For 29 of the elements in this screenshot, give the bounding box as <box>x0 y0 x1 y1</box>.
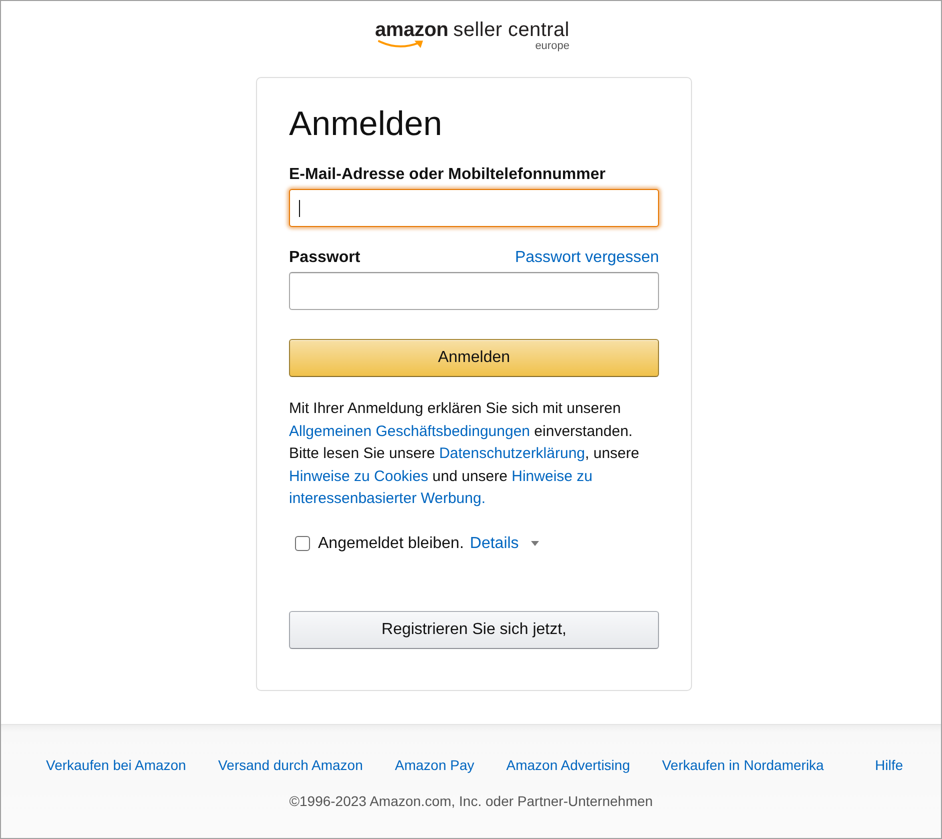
footer-link[interactable]: Versand durch Amazon <box>218 757 363 773</box>
privacy-link[interactable]: Datenschutzerklärung <box>439 445 586 462</box>
signin-title: Anmelden <box>289 105 444 144</box>
sign-in-button[interactable]: Anmelden <box>289 339 659 377</box>
ads-notice-link[interactable]: Hinweise zu <box>512 468 593 484</box>
brand-name: amazon <box>375 19 448 41</box>
remember-me-checkbox[interactable] <box>295 536 310 551</box>
forgot-password-link[interactable]: Passwort vergessen <box>514 248 659 267</box>
cookies-link[interactable]: Hinweise zu Cookies <box>289 468 428 484</box>
remember-me-label[interactable]: Angemeldet bleiben. <box>318 534 464 552</box>
footer-link[interactable]: Verkaufen bei Amazon <box>46 757 186 773</box>
dropdown-caret-icon[interactable] <box>530 541 539 546</box>
footer-link[interactable]: Amazon Advertising <box>506 757 630 773</box>
register-button[interactable]: Registrieren Sie sich jetzt, <box>289 610 659 648</box>
email-label: E-Mail-Adresse oder Mobiltelefonnummer <box>289 165 606 184</box>
footer-link[interactable]: Verkaufen in Nordamerika <box>662 757 824 773</box>
password-field[interactable] <box>289 272 659 310</box>
ads-notice-link[interactable]: interessenbasierter Werbung. <box>289 490 486 507</box>
details-link[interactable]: Details <box>470 534 519 552</box>
email-field[interactable] <box>289 189 659 227</box>
copyright-text: ©1996-2023 Amazon.com, Inc. oder Partner-Unternehmen <box>288 793 654 809</box>
product-name: seller central <box>453 19 570 41</box>
region-name: europe <box>535 40 570 52</box>
footer-link[interactable]: Hilfe <box>874 757 903 773</box>
legal-notice: Mit Ihrer Anmeldung erklären Sie sich mit unseren Allgemeinen Geschäftsbedingungen einverstanden. Bitte lesen Sie unsere Datenschutzerklärung, unsere Hinweise zu Cookies und unsere Hinweise zu interessenbasierter Werbung. <box>289 399 640 509</box>
terms-link[interactable]: Allgemeinen Geschäftsbedingungen <box>289 422 530 440</box>
footer-link[interactable]: Amazon Pay <box>394 757 474 773</box>
password-label: Passwort <box>289 248 360 267</box>
curved-arrow-icon <box>378 40 424 49</box>
